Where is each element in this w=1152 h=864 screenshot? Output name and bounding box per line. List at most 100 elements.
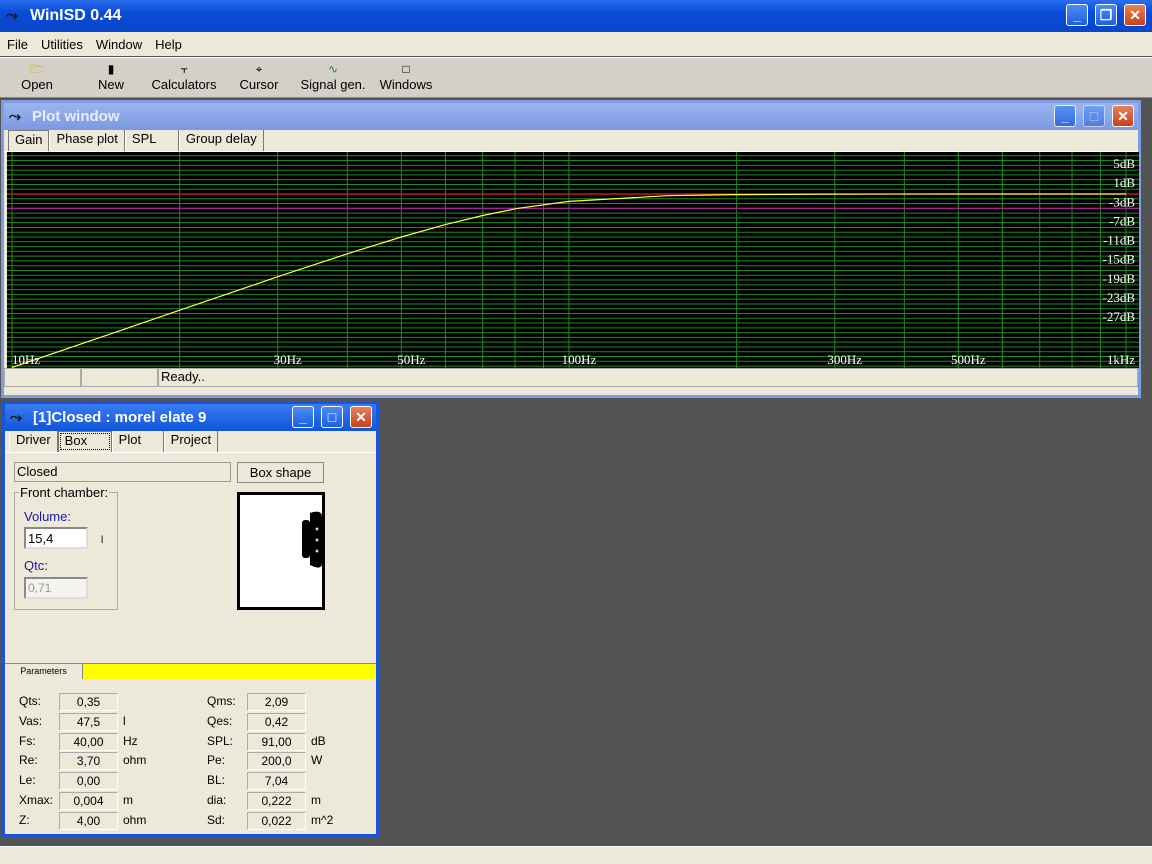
volume-unit: l [101, 535, 104, 546]
volume-input[interactable] [24, 527, 88, 549]
project-minimize-button[interactable]: _ [292, 406, 314, 428]
status-text: Ready.. [158, 368, 1138, 387]
tab-group-delay[interactable]: Group delay [178, 130, 264, 151]
menu-utilities[interactable]: Utilities [34, 37, 89, 52]
param-label: Qes: [207, 713, 233, 728]
x-tick-label: 500Hz [951, 352, 986, 367]
y-tick-label: -7dB [1109, 213, 1135, 228]
param-value: 2,09 [247, 693, 306, 711]
signal-gen-button[interactable]: ∿ Signal gen. [297, 61, 369, 92]
param-value: 4,00 [59, 811, 118, 830]
box-shape-button[interactable]: Box shape [237, 462, 324, 483]
param-label: Qms: [207, 694, 236, 708]
param-value: 0,35 [59, 693, 118, 711]
plot-tabs: Gain Phase plot SPL Group delay [4, 130, 1138, 152]
param-label: Qts: [19, 694, 42, 708]
param-label: Z: [19, 812, 30, 827]
plot-window: ⤳ Plot window _ □ ✕ Gain Phase plot SPL … [1, 100, 1141, 398]
parameters-highlight-bar [83, 664, 376, 679]
param-value: 3,70 [59, 752, 118, 771]
window-icon: ⤳ [9, 108, 22, 125]
param-value: 200,0 [247, 752, 306, 771]
x-tick-label: 300Hz [827, 352, 862, 367]
param-value: 0,222 [247, 792, 306, 810]
x-tick-label: 30Hz [274, 352, 302, 367]
app-icon: ⤳ [6, 7, 19, 24]
y-tick-label: 5dB [1113, 156, 1135, 171]
window-icon: □ [402, 62, 410, 76]
param-value: 0,00 [59, 772, 118, 791]
project-tabs: Driver Box Plot Project [5, 431, 376, 453]
x-tick-label: 10Hz [12, 352, 40, 367]
tab-plot[interactable]: Plot [111, 431, 164, 452]
toolbar: 🗁 Open ▮ New ⫟ Calculators ⌖ Cursor ∿ Signal … [0, 57, 1152, 98]
close-button[interactable]: ✕ [1124, 4, 1146, 26]
qtc-label: Qtc: [24, 558, 48, 573]
menu-bar: File Utilities Window Help [0, 32, 1152, 56]
crosshair-icon: ⌖ [255, 62, 263, 76]
open-button[interactable]: 🗁 Open [18, 61, 56, 92]
cursor-button[interactable]: ⌖ Cursor [236, 61, 282, 92]
param-value: 0,004 [59, 792, 118, 810]
tab-phase-plot[interactable]: Phase plot [49, 130, 125, 151]
plot-close-button[interactable]: ✕ [1112, 105, 1134, 127]
tab-driver[interactable]: Driver [9, 431, 58, 452]
plot-window-title-bar: ⤳ Plot window _ □ ✕ [4, 103, 1138, 130]
menu-file[interactable]: File [0, 37, 34, 52]
y-tick-label: 1dB [1113, 175, 1135, 190]
param-unit: l [123, 713, 126, 728]
param-unit: m [311, 793, 321, 807]
parameters-tabbar: Parameters [5, 663, 376, 679]
tab-box[interactable]: Box [57, 431, 112, 452]
volume-label: Volume: [24, 509, 71, 524]
param-label: Le: [19, 773, 36, 788]
param-value: 47,5 [59, 712, 118, 731]
param-value: 91,00 [247, 732, 306, 751]
folder-open-icon: 🗁 [29, 62, 45, 76]
box-panel: Closed Box shape Front chamber: Volume: … [5, 453, 376, 663]
param-unit: W [311, 753, 323, 768]
qtc-input[interactable] [24, 577, 88, 599]
project-maximize-button[interactable]: □ [321, 406, 343, 428]
tab-parameters[interactable]: Parameters [5, 664, 83, 679]
param-value: 40,00 [59, 732, 118, 751]
param-unit: dB [311, 733, 326, 748]
x-tick-label: 50Hz [397, 352, 425, 367]
plot-maximize-button[interactable]: □ [1083, 105, 1105, 127]
new-button[interactable]: ▮ New [92, 61, 130, 92]
y-tick-label: -3dB [1109, 194, 1135, 209]
plot-minimize-button[interactable]: _ [1054, 105, 1076, 127]
y-tick-label: -15dB [1103, 252, 1136, 267]
param-unit: m [123, 793, 133, 807]
menu-help[interactable]: Help [148, 37, 188, 52]
status-pane [81, 368, 158, 387]
project-window: ⤳ [1]Closed : morel elate 9 _ □ ✕ Driver… [2, 401, 379, 837]
param-label: Xmax: [19, 793, 54, 807]
app-status-bar [0, 846, 1152, 864]
param-label: Pe: [207, 753, 226, 768]
tab-gain[interactable]: Gain [8, 130, 50, 151]
tab-spl[interactable]: SPL [124, 130, 179, 151]
front-chamber-label: Front chamber: [19, 485, 110, 500]
app-title-bar: ⤳ WinISD 0.44 _ ❐ ✕ [0, 0, 1152, 32]
gain-chart[interactable]: 5dB 1dB -3dB -7dB -11dB -15dB -19dB -23dB -27dB 1… [7, 152, 1139, 368]
project-window-title-bar: ⤳ [1]Closed : morel elate 9 _ □ ✕ [5, 404, 376, 431]
box-shape-preview [237, 492, 325, 610]
y-tick-label: -23dB [1103, 290, 1136, 305]
windows-button[interactable]: □ Windows [376, 61, 436, 92]
tab-project[interactable]: Project [163, 431, 219, 452]
menu-window[interactable]: Window [89, 37, 148, 52]
box-type-display: Closed [14, 462, 231, 482]
calculators-button[interactable]: ⫟ Calculators [148, 61, 220, 92]
minimize-button[interactable]: _ [1066, 4, 1088, 26]
project-close-button[interactable]: ✕ [350, 406, 372, 428]
param-label: BL: [207, 773, 226, 788]
new-document-icon: ▮ [107, 62, 115, 76]
param-label: dia: [207, 793, 227, 807]
x-tick-label: 100Hz [562, 352, 597, 367]
speaker-driver-icon [302, 511, 322, 568]
param-unit: m^2 [311, 812, 334, 827]
param-value: 0,022 [247, 811, 306, 830]
restore-button[interactable]: ❐ [1095, 4, 1117, 26]
param-unit: ohm [123, 753, 147, 768]
